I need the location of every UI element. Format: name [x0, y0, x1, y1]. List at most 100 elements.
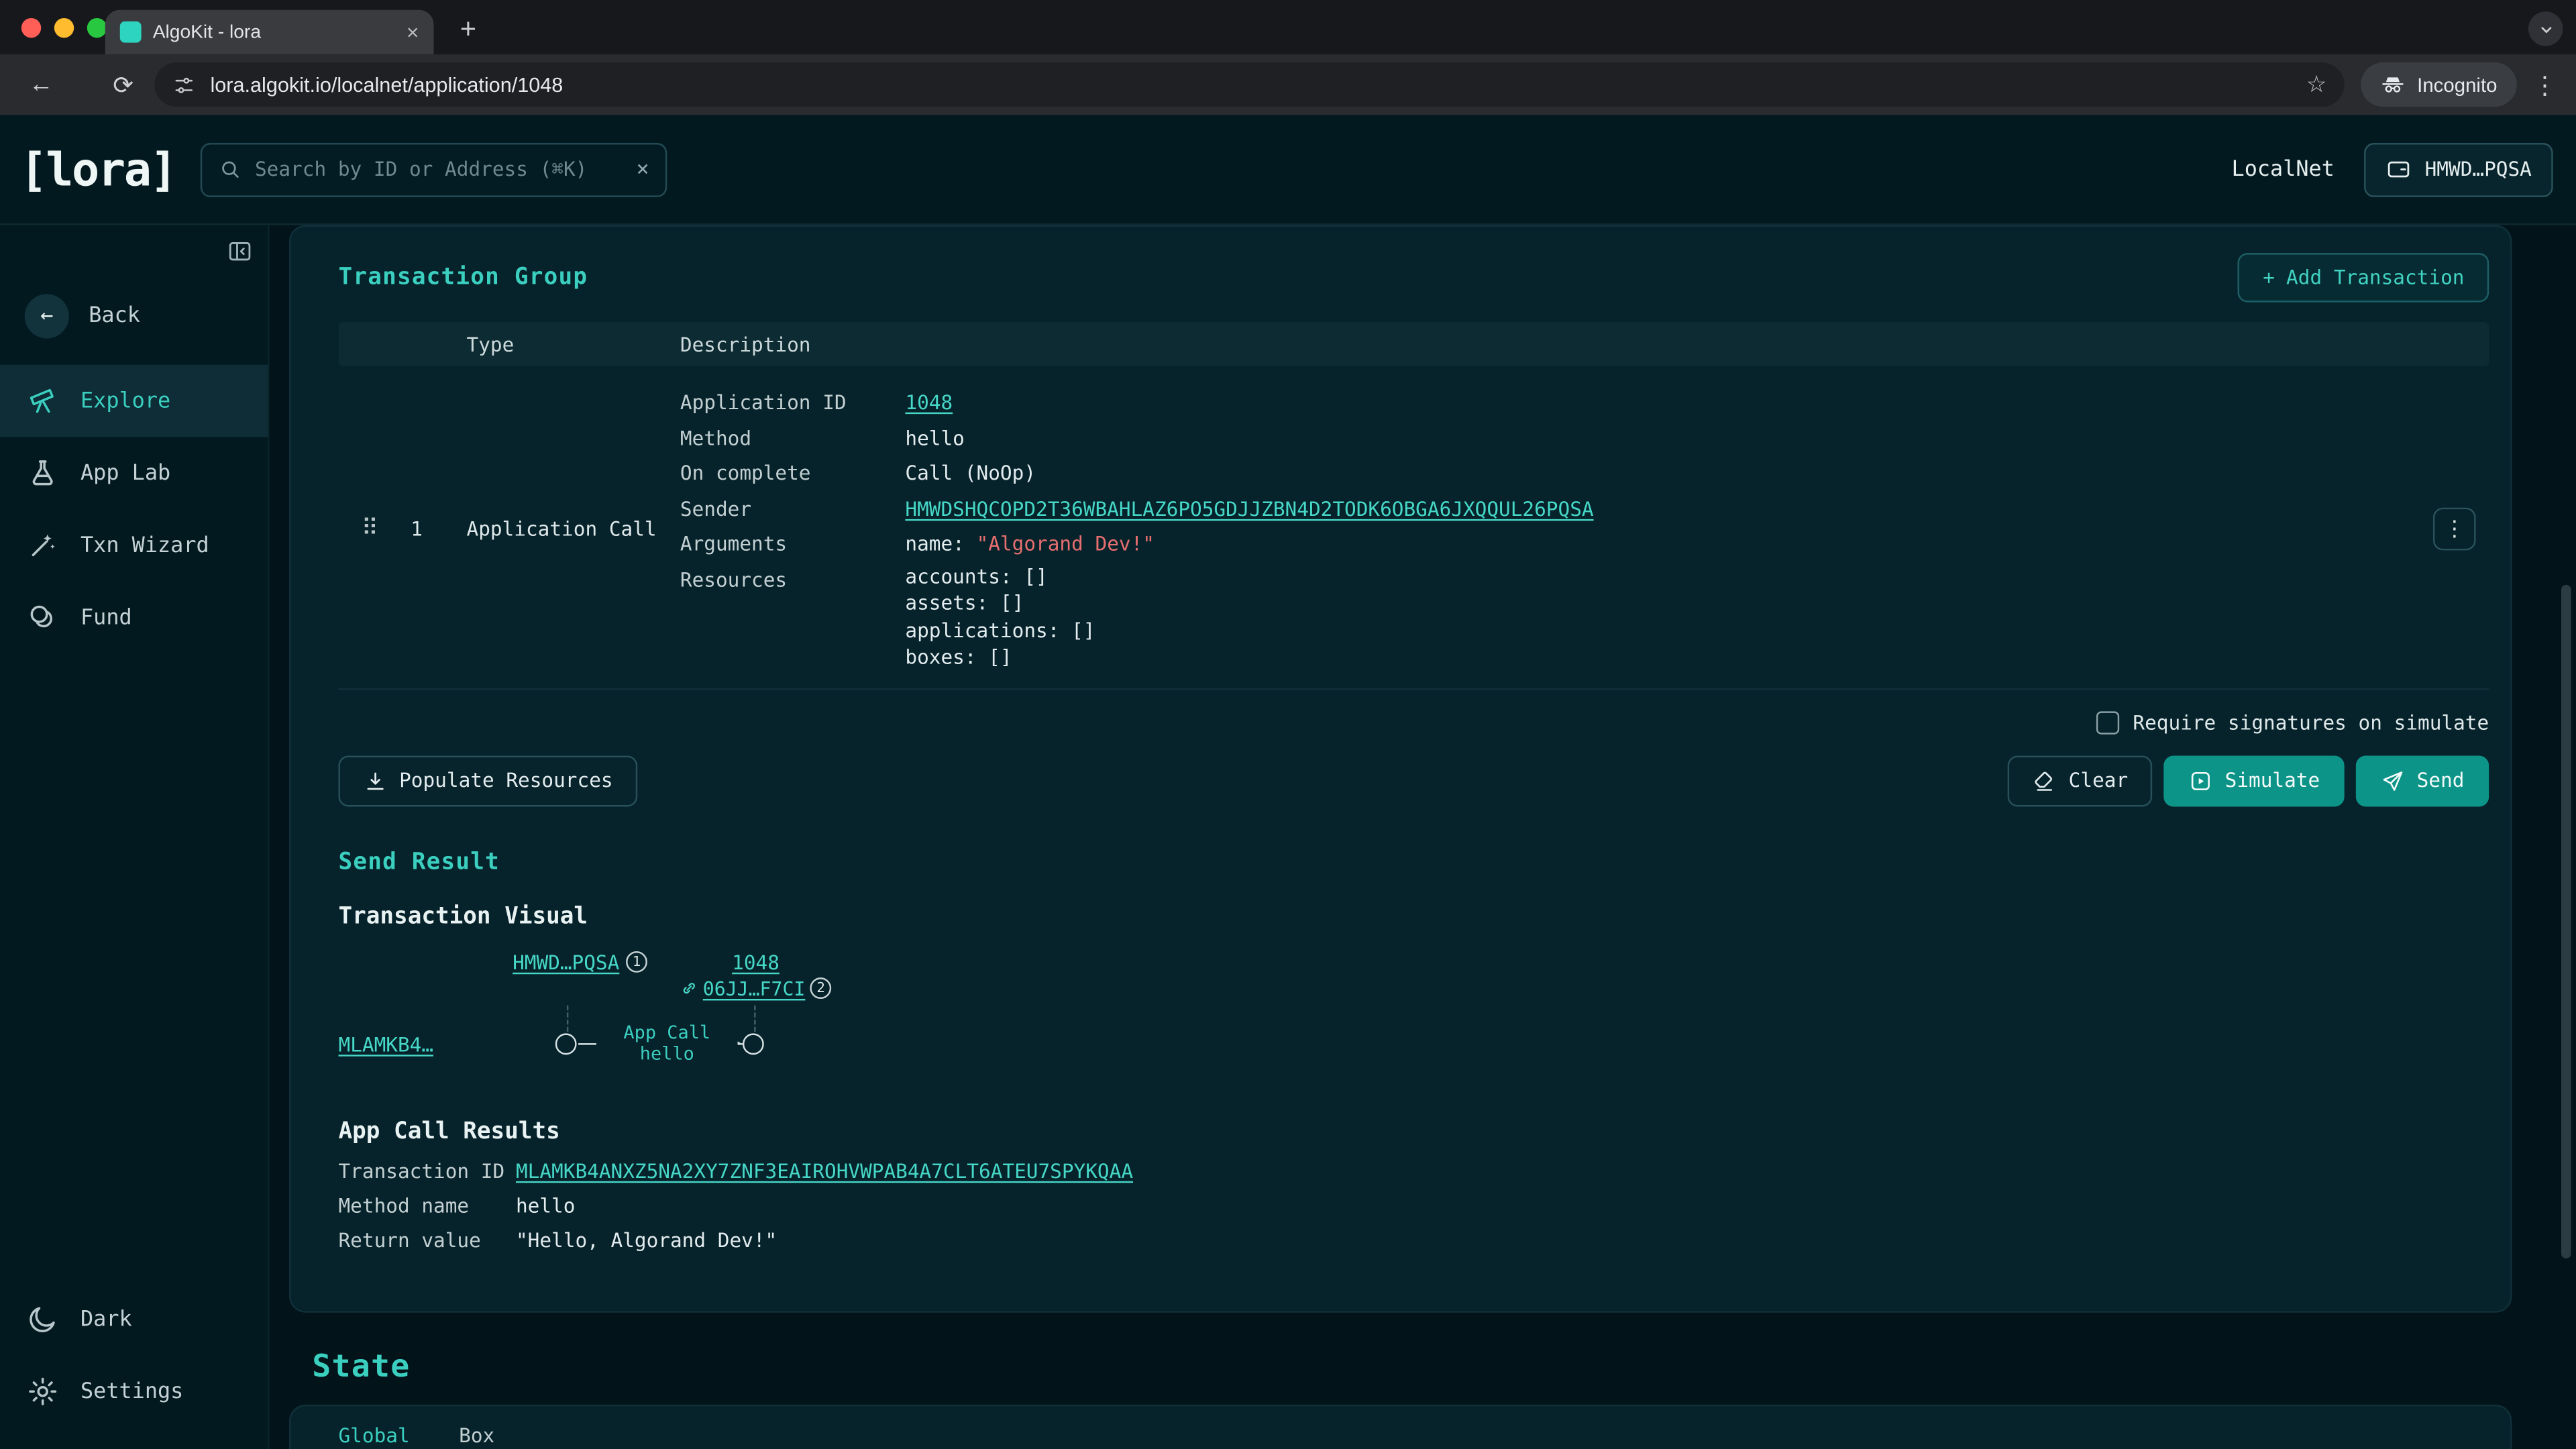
sidebar-item-txn-wizard[interactable]: Txn Wizard [0, 509, 268, 582]
tab-global[interactable]: Global [338, 1424, 409, 1449]
url-bar[interactable]: lora.algokit.io/localnet/application/104… [154, 62, 2345, 107]
browser-chrome: AlgoKit - lora × + ← ⟳ lora.algokit.io/l… [0, 0, 2576, 115]
resources-applications: applications: [] [905, 617, 2397, 644]
graph-app-id-link[interactable]: 1048 [732, 951, 780, 973]
on-complete-value: Call (NoOp) [905, 457, 2397, 492]
plus-icon: + [2263, 266, 2275, 289]
graph-from-node[interactable] [555, 1032, 577, 1054]
add-transaction-button[interactable]: + Add Transaction [2238, 253, 2489, 302]
row-description: Application ID1048 Methodhello On comple… [680, 386, 2397, 672]
graph-to-node[interactable] [743, 1032, 764, 1054]
resources-accounts: accounts: [] [905, 563, 2397, 590]
row-menu-button[interactable]: ⋮ [2433, 507, 2476, 550]
graph-edge-method: hello [596, 1042, 738, 1064]
play-square-icon [2189, 768, 2214, 793]
graph-transaction-link[interactable]: MLAMKB4… [338, 1032, 433, 1055]
graph-application-header: 1048 06JJ…F7CI 2 [677, 951, 835, 1000]
transaction-id-link[interactable]: MLAMKB4ANXZ5NA2XY7ZNF3EAIROHVWPAB4A7CLT6… [516, 1159, 1133, 1182]
sidebar-nav: ← Back Explore App Lab [0, 225, 268, 654]
on-complete-label: On complete [680, 457, 906, 492]
sidebar-txn-wizard-label: Txn Wizard [80, 533, 209, 558]
incognito-badge: Incognito [2361, 62, 2517, 107]
search-input[interactable] [255, 158, 623, 180]
app-body: ← Back Explore App Lab [0, 225, 2576, 1449]
simulate-options: Require signatures on simulate [338, 710, 2489, 733]
transaction-visual-graph: HMWD…PQSA 1 1048 06JJ…F7CI 2 [338, 951, 2489, 1085]
transaction-row: ⠿ 1 Application Call Application ID1048 … [338, 366, 2489, 689]
sender-label: Sender [680, 492, 906, 527]
tab-search-button[interactable] [2528, 11, 2563, 46]
graph-app-badge: 2 [810, 977, 832, 999]
minimize-window-button[interactable] [54, 18, 74, 38]
app-call-results-title: App Call Results [338, 1118, 2489, 1144]
app-header: [lora] × LocalNet HMWD…PQSA [0, 115, 2576, 225]
search-clear-icon[interactable]: × [637, 157, 649, 182]
populate-resources-button[interactable]: Populate Resources [338, 755, 637, 806]
graph-edge-type: App Call [596, 1021, 738, 1042]
eraser-icon [2033, 768, 2057, 793]
clear-button[interactable]: Clear [2008, 755, 2153, 806]
telescope-icon [25, 384, 61, 417]
bookmark-star-icon[interactable]: ☆ [2306, 70, 2327, 99]
back-button[interactable]: ← [19, 63, 62, 106]
graph-lane-line [566, 1005, 568, 1031]
transaction-group-title: Transaction Group [338, 264, 588, 290]
sidebar-item-explore[interactable]: Explore [0, 365, 268, 437]
wallet-icon [2385, 156, 2412, 182]
row-index: 1 [411, 517, 466, 540]
browser-toolbar: ← ⟳ lora.algokit.io/localnet/application… [0, 54, 2576, 115]
incognito-icon [2381, 72, 2406, 97]
transaction-id-label: Transaction ID [338, 1154, 515, 1188]
sidebar-item-app-lab[interactable]: App Lab [0, 437, 268, 509]
sidebar-item-settings[interactable]: Settings [0, 1355, 268, 1428]
graph-account-link[interactable]: HMWD…PQSA [513, 951, 619, 973]
maximize-window-button[interactable] [87, 18, 107, 38]
app-call-results: Transaction IDMLAMKB4ANXZ5NA2XY7ZNF3EAIR… [338, 1154, 2489, 1257]
sidebar-item-fund[interactable]: Fund [0, 582, 268, 654]
wand-icon [25, 529, 61, 562]
row-type: Application Call [467, 517, 680, 540]
sidebar-app-lab-label: App Lab [80, 461, 170, 486]
resources-label: Resources [680, 563, 906, 672]
sender-link[interactable]: HMWDSHQCOPD2T36WBAHLAZ6PO5GDJJZBN4D2TODK… [905, 497, 1593, 520]
method-label: Method [680, 421, 906, 457]
resources-boxes: boxes: [] [905, 644, 2397, 671]
tab-box[interactable]: Box [459, 1424, 494, 1449]
return-value-label: Return value [338, 1223, 515, 1257]
close-window-button[interactable] [21, 18, 41, 38]
method-name-value: hello [516, 1189, 2489, 1223]
sidebar-item-dark-mode[interactable]: Dark [0, 1283, 268, 1356]
graph-account-badge: 1 [626, 951, 647, 973]
graph-account-header: HMWD…PQSA 1 [513, 951, 647, 973]
new-tab-button[interactable]: + [450, 11, 486, 48]
tune-icon[interactable] [172, 73, 195, 96]
main-content: Transaction Group + Add Transaction Type… [270, 225, 2576, 1449]
send-button[interactable]: Send [2356, 755, 2489, 806]
wallet-button[interactable]: HMWD…PQSA [2364, 142, 2553, 197]
sidebar-item-back[interactable]: ← Back [0, 290, 268, 339]
require-signatures-checkbox[interactable] [2097, 710, 2120, 733]
simulate-button[interactable]: Simulate [2164, 755, 2345, 806]
transaction-actions: Populate Resources Clear Simulate [338, 755, 2489, 806]
search-box: × [201, 142, 667, 197]
drag-handle[interactable]: ⠿ [338, 515, 411, 541]
lora-logo[interactable]: [lora] [19, 142, 176, 197]
browser-tab[interactable]: AlgoKit - lora × [105, 10, 434, 54]
require-signatures-label: Require signatures on simulate [2133, 710, 2489, 733]
resources-assets: assets: [] [905, 590, 2397, 616]
graph-group-link[interactable]: 06JJ…F7CI [703, 977, 806, 1000]
application-id-link[interactable]: 1048 [905, 391, 953, 414]
simulate-label: Simulate [2225, 769, 2320, 792]
send-result-title: Send Result [338, 849, 2489, 875]
sidebar-collapse-button[interactable] [227, 238, 253, 264]
tab-close-icon[interactable]: × [407, 21, 419, 43]
search-icon [219, 158, 241, 180]
browser-menu-button[interactable]: ⋮ [2530, 70, 2559, 99]
add-transaction-label: Add Transaction [2286, 266, 2464, 289]
state-card: Global Box Key Type Value [289, 1404, 2512, 1449]
chevron-down-icon [2536, 19, 2555, 38]
tab-strip: AlgoKit - lora × + [0, 0, 2576, 54]
moon-icon [25, 1303, 61, 1336]
reload-button[interactable]: ⟳ [102, 63, 145, 106]
scrollbar-thumb[interactable] [2561, 585, 2571, 1258]
